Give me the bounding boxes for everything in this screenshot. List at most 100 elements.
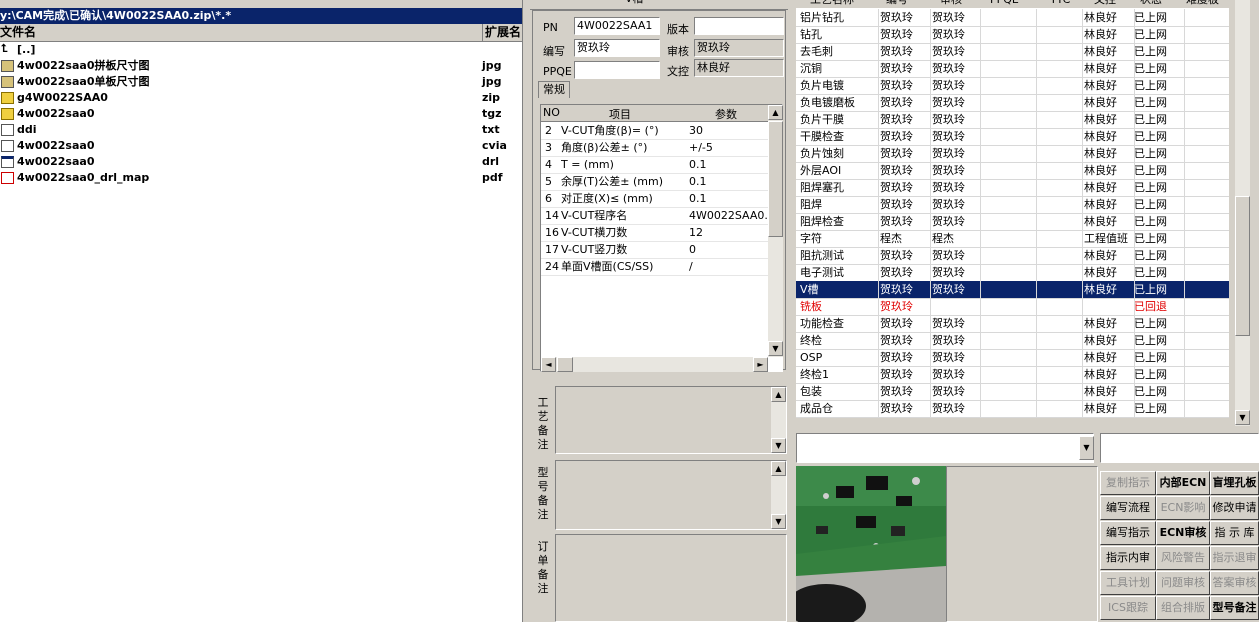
param-row[interactable]: 4 T = (mm) 0.1 (541, 156, 770, 174)
process-note-field[interactable] (555, 386, 787, 454)
action-button[interactable]: ICS跟踪 (1100, 596, 1156, 620)
param-scrollbar[interactable]: ▲ ▼ (768, 105, 783, 357)
process-row[interactable]: OSP 贺玖玲 贺玖玲 林良好 已上网 (796, 349, 1229, 367)
file-row[interactable]: 4w0022saa0_drl_map pdf (0, 170, 522, 186)
column-filename[interactable]: 文件名 (0, 24, 36, 41)
process-row[interactable]: 阻焊塞孔 贺玖玲 贺玖玲 林良好 已上网 (796, 179, 1229, 197)
filter-combo-right[interactable] (1100, 433, 1259, 463)
param-scroll-thumb[interactable] (768, 121, 783, 237)
header-difficulty[interactable]: 难度板 (1186, 0, 1219, 8)
scroll-down-icon[interactable]: ▼ (768, 341, 783, 356)
header-status[interactable]: 状态 (1140, 0, 1162, 8)
process-row[interactable]: 电子测试 贺玖玲 贺玖玲 林良好 已上网 (796, 264, 1229, 282)
action-button[interactable]: 工具计划 (1100, 571, 1156, 595)
action-button[interactable]: 内部ECN (1156, 471, 1210, 495)
param-row[interactable]: 3 角度(β)公差± (°) +/-5 (541, 139, 770, 157)
scroll-up-icon[interactable]: ▲ (771, 461, 786, 476)
action-button[interactable]: 指示退审 (1210, 546, 1259, 570)
scroll-right-icon[interactable]: ► (753, 357, 768, 372)
file-row[interactable]: 4w0022saa0单板尺寸图 jpg (0, 74, 522, 90)
process-row[interactable]: 终检 贺玖玲 贺玖玲 林良好 已上网 (796, 332, 1229, 350)
header-process-name[interactable]: 工艺名称 (810, 0, 854, 8)
ppqe-field[interactable] (574, 61, 660, 79)
process-scroll-thumb[interactable] (1235, 196, 1250, 336)
process-scrollbar[interactable]: ▼ (1235, 0, 1250, 426)
param-hscrollbar[interactable]: ◄ ► (541, 357, 768, 372)
action-button[interactable]: 修改申请 (1210, 496, 1259, 520)
process-row[interactable]: 终检1 贺玖玲 贺玖玲 林良好 已上网 (796, 366, 1229, 384)
doc-control-field[interactable]: 林良好 (694, 59, 784, 77)
param-row[interactable]: 24 单面V槽面(CS/SS) / (541, 258, 770, 276)
action-button[interactable]: 复制指示 (1100, 471, 1156, 495)
scroll-down-icon[interactable]: ▼ (771, 514, 786, 529)
file-row[interactable]: 4w0022saa0拼板尺寸图 jpg (0, 58, 522, 74)
header-review[interactable]: 审核 (940, 0, 962, 8)
action-button[interactable]: 答案审核 (1210, 571, 1259, 595)
file-row[interactable]: ⮤ [..] (0, 42, 522, 58)
model-note-field[interactable] (555, 460, 787, 530)
file-row[interactable]: 4w0022saa0 cvia (0, 138, 522, 154)
process-row[interactable]: 干膜检查 贺玖玲 贺玖玲 林良好 已上网 (796, 128, 1229, 146)
param-row[interactable]: 6 对正度(X)≤ (mm) 0.1 (541, 190, 770, 208)
process-row[interactable]: 去毛刺 贺玖玲 贺玖玲 林良好 已上网 (796, 43, 1229, 61)
scroll-up-icon[interactable]: ▲ (768, 105, 783, 120)
header-ppqe[interactable]: PPQE (990, 0, 1019, 8)
action-button[interactable]: 风险警告 (1156, 546, 1210, 570)
version-field[interactable] (694, 17, 784, 35)
action-button[interactable]: 指示内审 (1100, 546, 1156, 570)
process-row[interactable]: 阻抗测试 贺玖玲 贺玖玲 林良好 已上网 (796, 247, 1229, 265)
action-button[interactable]: ECN审核 (1156, 521, 1210, 545)
file-row[interactable]: 4w0022saa0 drl (0, 154, 522, 170)
process-row[interactable]: 负片电镀 贺玖玲 贺玖玲 林良好 已上网 (796, 77, 1229, 95)
process-row[interactable]: 负片蚀刻 贺玖玲 贺玖玲 林良好 已上网 (796, 145, 1229, 163)
action-button[interactable]: 编写流程 (1100, 496, 1156, 520)
action-button[interactable]: 编写指示 (1100, 521, 1156, 545)
action-button[interactable]: 指 示 库 (1210, 521, 1259, 545)
file-row[interactable]: ddi txt (0, 122, 522, 138)
process-row[interactable]: 负片干膜 贺玖玲 贺玖玲 林良好 已上网 (796, 111, 1229, 129)
process-row[interactable]: 字符 程杰 程杰 工程值班 已上网 (796, 230, 1229, 248)
action-button[interactable]: 盲埋孔板 (1210, 471, 1259, 495)
scroll-up-icon[interactable]: ▲ (771, 387, 786, 402)
process-row[interactable]: 钻孔 贺玖玲 贺玖玲 林良好 已上网 (796, 26, 1229, 44)
action-button[interactable]: ECN影响 (1156, 496, 1210, 520)
process-row[interactable]: 负电镀磨板 贺玖玲 贺玖玲 林良好 已上网 (796, 94, 1229, 112)
process-row[interactable]: 成品仓 贺玖玲 贺玖玲 林良好 已上网 (796, 400, 1229, 418)
process-note-scrollbar[interactable]: ▲ ▼ (771, 387, 786, 453)
chevron-down-icon[interactable]: ▼ (1079, 436, 1094, 460)
tab-general[interactable]: 常规 (538, 81, 570, 98)
param-row[interactable]: 14V-CUT程序名 4W0022SAA0.CS (541, 207, 770, 225)
scroll-down-icon[interactable]: ▼ (1235, 410, 1250, 425)
param-hscroll-thumb[interactable] (557, 357, 573, 372)
process-row[interactable]: 阻焊检查 贺玖玲 贺玖玲 林良好 已上网 (796, 213, 1229, 231)
process-row[interactable]: 铣板 贺玖玲 已回退 (796, 298, 1229, 316)
process-row[interactable]: 包装 贺玖玲 贺玖玲 林良好 已上网 (796, 383, 1229, 401)
file-row[interactable]: g4W0022SAA0 zip (0, 90, 522, 106)
param-row[interactable]: 17 V-CUT竖刀数 0 (541, 241, 770, 259)
writer-field[interactable]: 贺玖玲 (574, 39, 660, 57)
process-row[interactable]: 外层AOI 贺玖玲 贺玖玲 林良好 已上网 (796, 162, 1229, 180)
process-row[interactable]: 沉铜 贺玖玲 贺玖玲 林良好 已上网 (796, 60, 1229, 78)
process-row[interactable]: 铝片钻孔 贺玖玲 贺玖玲 林良好 已上网 (796, 9, 1229, 27)
model-note-scrollbar[interactable]: ▲ ▼ (771, 461, 786, 529)
process-row[interactable]: V槽 贺玖玲 贺玖玲 林良好 已上网 (796, 281, 1229, 299)
file-row[interactable]: 4w0022saa0 tgz (0, 106, 522, 122)
param-row[interactable]: 2 V-CUT角度(β)= (°) 30 (541, 122, 770, 140)
action-button[interactable]: 组合排版 (1156, 596, 1210, 620)
param-row[interactable]: 16 V-CUT横刀数 12 (541, 224, 770, 242)
order-note-field[interactable] (555, 534, 787, 622)
pn-field[interactable]: 4W0022SAA1 (574, 17, 660, 35)
header-ttc[interactable]: TTC (1050, 0, 1070, 8)
header-number[interactable]: 编号 (886, 0, 908, 8)
reviewer-field[interactable]: 贺玖玲 (694, 39, 784, 57)
scroll-down-icon[interactable]: ▼ (771, 438, 786, 453)
column-extension[interactable]: 扩展名 (482, 24, 521, 41)
header-doc-control[interactable]: 文控 (1094, 0, 1116, 8)
process-row[interactable]: 阻焊 贺玖玲 贺玖玲 林良好 已上网 (796, 196, 1229, 214)
process-row[interactable]: 功能检查 贺玖玲 贺玖玲 林良好 已上网 (796, 315, 1229, 333)
action-button[interactable]: 型号备注 (1210, 596, 1259, 620)
scroll-left-icon[interactable]: ◄ (541, 357, 556, 372)
param-row[interactable]: 5 余厚(T)公差± (mm) 0.1 (541, 173, 770, 191)
action-button[interactable]: 问题审核 (1156, 571, 1210, 595)
filter-combo-left[interactable]: ▼ (796, 433, 1094, 463)
